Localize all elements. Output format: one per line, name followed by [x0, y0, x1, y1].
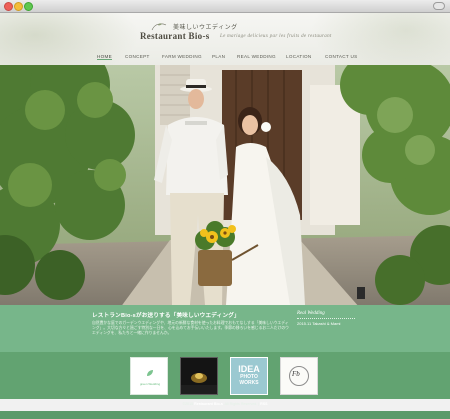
copyright-year: ©2015: [182, 402, 194, 406]
nav-location[interactable]: LOCATION: [286, 54, 312, 59]
dark-photo-banner[interactable]: [180, 357, 218, 395]
intro-band: レストランBio-sがお送りする「美味しいウエディング」 自然豊かな庭でのガーデ…: [0, 305, 450, 352]
site-tagline: Le mariage delicieux par les fruits de r…: [220, 34, 332, 39]
nav-contact-us[interactable]: CONTACT US: [325, 54, 357, 59]
title-bar: [0, 0, 450, 13]
nav-real-wedding[interactable]: REAL WEDDING: [237, 54, 276, 59]
real-wedding-link[interactable]: 2015.11 Takashi & Mami: [297, 321, 340, 326]
site-logo[interactable]: Restaurant Bio-s: [140, 31, 210, 41]
logo-japanese-text: 美味しいウエディング: [173, 24, 238, 31]
copyright-suffix: . All Rights Reserved.: [222, 402, 258, 406]
minimize-window-button[interactable]: [14, 2, 23, 11]
works-text: WORKS: [239, 380, 259, 386]
intro-body: 自然豊かな庭でのガーデンウエディングや、地元の新鮮な食材を使ったお料理でおもてな…: [92, 321, 289, 335]
real-wedding-divider: [297, 318, 355, 319]
idea-photo-works-banner[interactable]: IDEA PHOTO WORKS: [230, 357, 268, 395]
nav-concept[interactable]: CONCEPT: [125, 54, 150, 59]
zoom-window-button[interactable]: [24, 2, 33, 11]
intro-title: レストランBio-sがお送りする「美味しいウエディング」: [92, 313, 240, 319]
hero-wedding-photo: [0, 65, 450, 308]
main-navigation: HOME CONCEPT FARM WEDDING PLAN REAL WEDD…: [0, 54, 450, 64]
site-header: 美味しいウエディング Restaurant Bio-s Le mariage d…: [0, 13, 450, 65]
nav-farm-wedding[interactable]: FARM WEDDING: [162, 54, 202, 59]
photo-thumbnail-icon: [181, 358, 217, 394]
footer-strip: [0, 411, 450, 419]
copyright-owner[interactable]: Restaurant Bio-s: [194, 402, 223, 406]
leaf-icon: [147, 370, 153, 376]
copyright: ©2015 Restaurant Bio-s. All Rights Reser…: [182, 402, 268, 406]
fb-mark: Fb: [292, 370, 300, 378]
nav-home[interactable]: HOME: [97, 54, 112, 60]
green-wedding-caption: green Wedding: [139, 382, 161, 386]
rss-link[interactable]: RSS: [260, 402, 267, 406]
nav-plan[interactable]: PLAN: [212, 54, 225, 59]
close-window-button[interactable]: [4, 2, 13, 11]
real-wedding-heading: Real Wedding: [297, 311, 325, 316]
browser-window: 美味しいウエディング Restaurant Bio-s Le mariage d…: [0, 0, 450, 419]
banner-row: green Wedding IDEA PHOTO WORKS Fb: [0, 352, 450, 399]
green-wedding-banner[interactable]: green Wedding: [130, 357, 168, 395]
idea-text: IDEA: [238, 364, 260, 374]
fb-banner[interactable]: Fb: [280, 357, 318, 395]
hero-photo-illustration: [0, 65, 450, 308]
toolbar-toggle-button[interactable]: [433, 2, 445, 10]
